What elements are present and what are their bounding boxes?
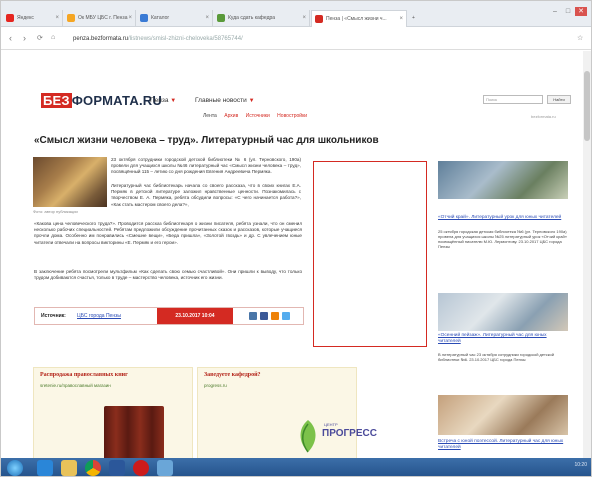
url-host: penza.bezformata.ru bbox=[73, 36, 129, 42]
sidebar-image[interactable] bbox=[438, 395, 568, 435]
reload-icon[interactable]: ⟳ bbox=[37, 34, 43, 42]
browser-tab-bar: Яндекс × Ок МБУ ЦБС г. Пенза × Каталог ×… bbox=[1, 1, 591, 27]
close-icon[interactable]: × bbox=[302, 10, 306, 27]
paint-icon[interactable] bbox=[157, 460, 173, 476]
source-block: Источник: ЦБС города Пензы 23.10.2017 10… bbox=[34, 307, 304, 325]
browser-tab[interactable]: Ок МБУ ЦБС г. Пенза × bbox=[64, 10, 136, 27]
article-paragraph: 23 октября сотрудники городской детской … bbox=[111, 157, 301, 175]
sidebar-link[interactable]: «Отчий край». Литературный урок для юных… bbox=[438, 215, 568, 221]
new-tab-button[interactable]: + bbox=[409, 10, 421, 27]
article-paragraph: В заключение ребята посмотрели мультфиль… bbox=[34, 269, 302, 281]
maximize-button[interactable]: □ bbox=[562, 7, 574, 16]
promo-title: Распродажа православных книг bbox=[40, 372, 128, 378]
tab-label: Яндекс bbox=[17, 15, 34, 21]
close-icon[interactable]: × bbox=[399, 11, 403, 27]
sub-navigation: Лента Архив Источники Новостройки bbox=[203, 113, 313, 119]
main-news-label: Главные новости bbox=[195, 97, 247, 104]
city-label: Пенза bbox=[150, 97, 169, 104]
article-photo[interactable] bbox=[33, 157, 107, 207]
start-icon[interactable] bbox=[7, 460, 23, 476]
odnoklassniki-share-icon[interactable] bbox=[271, 312, 279, 320]
article-title: «Смысл жизни человека – труд». Литератур… bbox=[34, 135, 379, 146]
sidebar-link[interactable]: Встреча с юной поэтессой. Литературный ч… bbox=[438, 439, 568, 450]
back-icon[interactable]: ‹ bbox=[9, 33, 12, 43]
promo-link[interactable]: sretenie.ru/православный магазин bbox=[40, 383, 111, 388]
opera-icon[interactable] bbox=[133, 460, 149, 476]
browser-tab[interactable]: Каталог × bbox=[137, 10, 213, 27]
close-icon[interactable]: × bbox=[205, 10, 209, 27]
browser-tab[interactable]: Яндекс × bbox=[3, 10, 63, 27]
progress-logo: ЦЕНТР ПРОГРЕСС bbox=[294, 418, 377, 458]
logo-red-part: БЕЗ bbox=[41, 93, 72, 108]
article-paragraph: Литературный час библиотекарь начала со … bbox=[111, 183, 301, 207]
browser-tab[interactable]: Куда сдать кафедра × bbox=[214, 10, 310, 27]
home-icon[interactable]: ⌂ bbox=[51, 34, 55, 41]
window-controls: – □ ✕ bbox=[549, 7, 589, 17]
logo-caption: ЦЕНТР bbox=[324, 422, 338, 427]
tab-label: Ок МБУ ЦБС г. Пенза bbox=[78, 15, 128, 21]
sidebar-text: 25 октября городская детская библиотека … bbox=[438, 229, 567, 249]
file-explorer-icon[interactable] bbox=[61, 460, 77, 476]
windows-taskbar: 10:20 bbox=[1, 458, 591, 476]
yandex-icon bbox=[6, 14, 14, 22]
sidebar-image[interactable] bbox=[438, 293, 568, 331]
site-favicon-icon bbox=[217, 14, 225, 22]
subnav-item[interactable]: Лента bbox=[203, 113, 217, 119]
article-paragraph: «Какова цена человеческого труда?». Пров… bbox=[34, 221, 302, 245]
bezformata-favicon-icon bbox=[315, 15, 323, 23]
search-button[interactable]: Найти bbox=[547, 95, 571, 104]
sidebar-link[interactable]: «Осенний пейзаж». Литературный час для ю… bbox=[438, 333, 568, 344]
tab-label: Куда сдать кафедра bbox=[228, 15, 276, 21]
source-date-badge: 23.10.2017 10:04 bbox=[157, 308, 233, 324]
promo-title: Заведуете кафедрой? bbox=[204, 372, 261, 378]
chrome-icon[interactable] bbox=[85, 460, 101, 476]
tab-label: Пенза | «Смысл жизни ч... bbox=[326, 16, 387, 22]
subnav-item[interactable]: Новостройки bbox=[277, 113, 307, 119]
sidebar-text: В литературный час 23 октября сотрудники… bbox=[438, 352, 555, 362]
site-favicon-icon bbox=[67, 14, 75, 22]
search-input[interactable]: Поиск bbox=[483, 95, 543, 104]
scrollbar-thumb[interactable] bbox=[584, 71, 590, 141]
tab-label: Каталог bbox=[151, 15, 170, 21]
subnav-item[interactable]: Источники bbox=[246, 113, 270, 119]
browser-window: Яндекс × Ок МБУ ЦБС г. Пенза × Каталог ×… bbox=[0, 0, 592, 477]
vk-share-icon[interactable] bbox=[249, 312, 257, 320]
facebook-share-icon[interactable] bbox=[260, 312, 268, 320]
main-news-menu[interactable]: Главные новости ▼ bbox=[195, 97, 255, 104]
logo-dark-part: ФОРМАТА.RU bbox=[71, 93, 162, 108]
source-label: Источник: bbox=[41, 313, 66, 319]
photo-caption: Фото: автор публикации bbox=[33, 209, 78, 214]
internet-explorer-icon[interactable] bbox=[37, 460, 53, 476]
browser-tab-active[interactable]: Пенза | «Смысл жизни ч... × bbox=[311, 10, 407, 27]
star-icon[interactable]: ☆ bbox=[577, 34, 583, 42]
leaf-icon bbox=[300, 420, 316, 453]
url-path: /listnews/smisl-zhizni-cheloveka/5876574… bbox=[128, 36, 243, 42]
close-window-button[interactable]: ✕ bbox=[575, 7, 587, 16]
site-logo[interactable]: БЕЗ ФОРМАТА.RU bbox=[41, 93, 162, 108]
close-icon[interactable]: × bbox=[128, 10, 132, 27]
forward-icon[interactable]: › bbox=[23, 33, 26, 43]
tray-clock[interactable]: 10:20 bbox=[574, 462, 587, 468]
minimize-button[interactable]: – bbox=[549, 7, 561, 16]
ad-placeholder bbox=[313, 161, 427, 347]
site-favicon-icon bbox=[140, 14, 148, 22]
chevron-down-icon: ▼ bbox=[170, 98, 177, 104]
twitter-share-icon[interactable] bbox=[282, 312, 290, 320]
chevron-down-icon: ▼ bbox=[248, 98, 255, 104]
logo-text: ПРОГРЕСС bbox=[322, 428, 377, 439]
site-caption: bezformata.ru bbox=[531, 114, 556, 119]
subnav-item[interactable]: Архив bbox=[224, 113, 238, 119]
close-icon[interactable]: × bbox=[55, 10, 59, 27]
city-selector[interactable]: Пенза ▼ bbox=[150, 97, 176, 104]
address-bar: ‹ › ⟳ ⌂ penza.bezformata.ru/listnews/smi… bbox=[1, 28, 591, 50]
sidebar-image[interactable] bbox=[438, 161, 568, 199]
scrollbar[interactable] bbox=[583, 51, 591, 458]
url-field[interactable]: penza.bezformata.ru/listnews/smisl-zhizn… bbox=[73, 32, 569, 46]
books-image bbox=[104, 406, 164, 464]
promo-link[interactable]: progress.ru bbox=[204, 383, 227, 388]
word-icon[interactable] bbox=[109, 460, 125, 476]
source-link[interactable]: ЦБС города Пензы bbox=[77, 313, 121, 319]
